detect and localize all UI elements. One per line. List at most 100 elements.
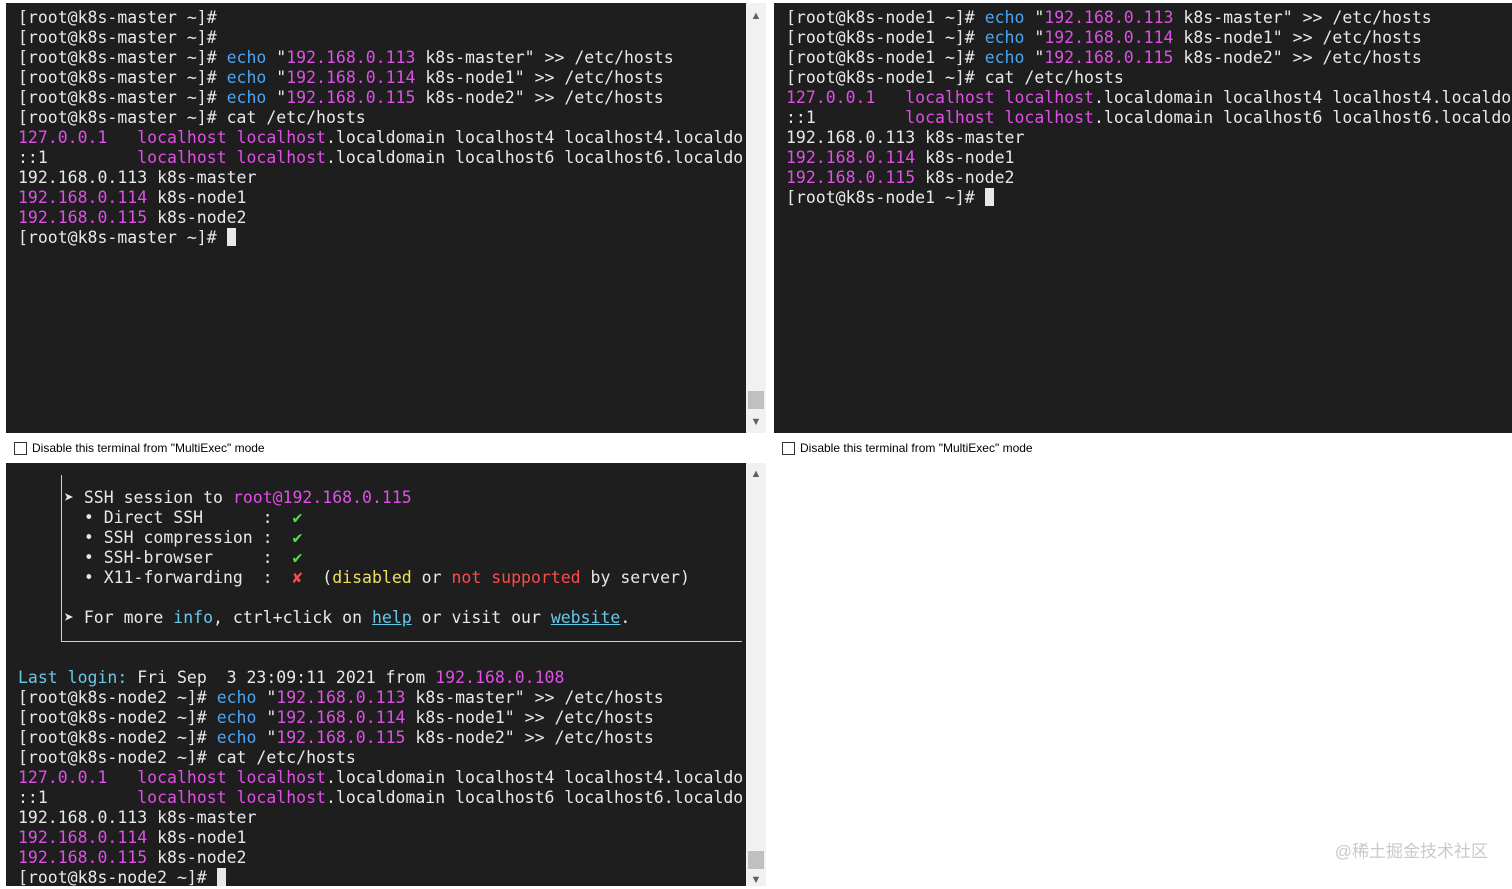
terminal-text: disabled [332,568,412,587]
terminal-text: ::1 [18,148,138,167]
terminal-text: by server) [580,568,690,587]
terminal-text: " [1024,28,1045,47]
multiexec-toggle[interactable]: Disable this terminal from "MultiExec" m… [14,438,265,458]
terminal-text: 127.0.0.1 [18,128,108,147]
scroll-thumb[interactable] [748,851,764,869]
terminal-text: " [1024,48,1045,67]
terminal-text: root@192.168.0.115 [232,488,412,507]
terminal-text: k8s-node1" >> /etc/hosts [415,68,664,87]
terminal-text: 192.168.0.115 [286,88,416,107]
terminal-text: echo [984,8,1025,27]
terminal-text: • X11-forwarding : [64,568,293,587]
terminal-text: ➤ For more [64,608,174,627]
terminal-k8s-node2[interactable]: ➤ SSH session to root@192.168.0.115 • Di… [6,463,746,886]
terminal-text: [root@k8s-master ~]# [18,88,227,107]
terminal-line: 127.0.0.1 localhost localhost.localdomai… [786,88,1512,108]
scroll-up-icon[interactable]: ▲ [746,465,766,483]
terminal-text: k8s-node2 [915,168,1015,187]
terminal-k8s-master[interactable]: [root@k8s-master ~]# [root@k8s-master ~]#… [6,3,746,433]
terminal-line: [root@k8s-node1 ~]# echo "192.168.0.114 … [786,28,1512,48]
terminal-text: ✔ [292,548,303,567]
terminal-text: 192.168.0.114 [1044,28,1174,47]
watermark: @稀土掘金技术社区 [1334,842,1488,861]
terminal-text: k8s-master" >> /etc/hosts [1173,8,1432,27]
terminal-text: ( [302,568,333,587]
terminal-text: k8s-node2 [147,848,247,867]
cursor [226,228,236,246]
terminal-line: 192.168.0.114 k8s-node1 [786,148,1512,168]
checkbox-icon[interactable] [14,441,27,455]
multiexec-toggle[interactable]: Disable this terminal from "MultiExec" m… [782,438,1033,458]
terminal-line: 192.168.0.115 k8s-node2 [786,168,1512,188]
terminal-text: 192.168.0.113 k8s-master [18,808,257,827]
terminal-text: 192.168.0.114 [18,188,148,207]
scroll-down-icon[interactable]: ▼ [746,871,766,889]
terminal-line: 192.168.0.115 k8s-node2 [18,848,746,868]
terminal-line: Last login: Fri Sep 3 23:09:11 2021 from… [18,668,746,688]
terminal-text: echo [216,688,257,707]
terminal-text: 192.168.0.115 [276,728,406,747]
scroll-thumb[interactable] [748,391,764,409]
terminal-text: " [266,48,287,67]
terminal-text: [root@k8s-master ~]# [18,8,217,27]
terminal-output: Last login: Fri Sep 3 23:09:11 2021 from… [18,668,746,886]
terminal-text: Last login: [18,668,128,687]
terminal-line: [root@k8s-node2 ~]# echo "192.168.0.114 … [18,708,746,728]
terminal-text: [root@k8s-master ~]# [18,68,227,87]
terminal-text: ➤ SSH session to [64,488,233,507]
terminal-text: localhost [236,148,326,167]
terminal-text: [root@k8s-node1 ~]# cat /etc/hosts [786,68,1124,87]
terminal-text: ✘ [292,568,303,587]
terminal-line: [root@k8s-master ~]# [18,228,746,248]
terminal-text: 192.168.0.115 [18,208,148,227]
terminal-text: " [266,68,287,87]
scrollbar[interactable]: ▲ ▼ [746,463,766,886]
scroll-up-icon[interactable]: ▲ [746,7,766,25]
scroll-down-icon[interactable]: ▼ [746,413,766,431]
terminal-text: [root@k8s-node1 ~]# [786,28,985,47]
cursor [216,868,226,886]
terminal-line: 192.168.0.114 k8s-node1 [18,188,746,208]
scrollbar[interactable]: ▲ ▼ [746,3,766,433]
terminal-text: ✔ [292,508,303,527]
terminal-text: k8s-node1" >> /etc/hosts [1173,28,1422,47]
terminal-text: [root@k8s-node2 ~]# [18,868,217,886]
terminal-text: 192.168.0.114 [786,148,916,167]
terminal-text: [root@k8s-node2 ~]# cat /etc/hosts [18,748,356,767]
terminal-text: " [256,708,277,727]
terminal-text: [root@k8s-master ~]# [18,28,217,47]
terminal-line: [root@k8s-node2 ~]# cat /etc/hosts [18,748,746,768]
multiexec-label: Disable this terminal from "MultiExec" m… [32,441,265,455]
terminal-text: k8s-master" >> /etc/hosts [415,48,674,67]
terminal-text: " [256,688,277,707]
terminal-line: ::1 localhost localhost.localdomain loca… [18,788,746,808]
terminal-output: [root@k8s-node1 ~]# echo " 192.168.0.113 … [786,8,1512,208]
terminal-text: 192.168.0.114 [276,708,406,727]
checkbox-icon[interactable] [782,441,795,455]
terminal-text: echo [984,28,1025,47]
terminal-text: ✔ [292,528,303,547]
link[interactable]: help [372,608,412,627]
terminal-line: [root@k8s-node1 ~]# echo "192.168.0.113 … [786,8,1512,28]
terminal-line: • SSH compression : ✔ [64,528,746,548]
terminal-text: [root@k8s-master ~]# [18,48,227,67]
terminal-text: 192.168.0.114 [286,68,416,87]
terminal-line: 192.168.0.115 k8s-node2 [18,208,746,228]
link[interactable]: website [551,608,621,627]
terminal-text: [root@k8s-node1 ~]# [786,188,985,207]
terminal-text: .localdomain localhost6 localhost6.local… [325,788,744,807]
terminal-output: [root@k8s-master ~]# [root@k8s-master ~]#… [18,8,746,248]
terminal-line: [root@k8s-node1 ~]# [786,188,1512,208]
terminal-text: localhost [137,768,227,787]
terminal-text: 127.0.0.1 [18,768,108,787]
terminal-text: k8s-node1" >> /etc/hosts [405,708,654,727]
terminal-k8s-node1[interactable]: [root@k8s-node1 ~]# echo " 192.168.0.113 … [774,3,1512,433]
terminal-text: 192.168.0.114 [18,828,148,847]
terminal-line: • Direct SSH : ✔ [64,508,746,528]
terminal-text: ::1 [18,788,138,807]
